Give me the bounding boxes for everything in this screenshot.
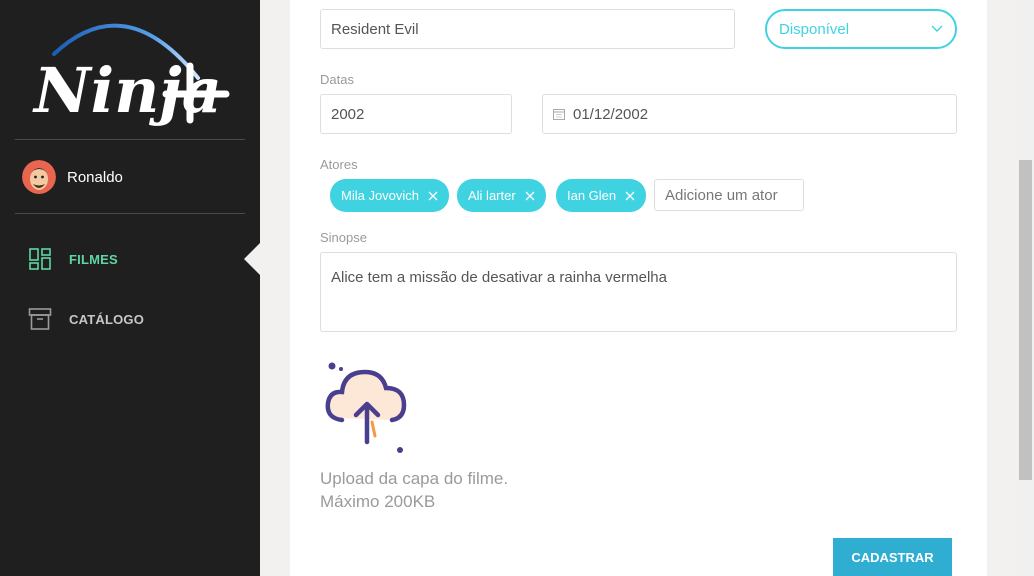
- actor-chip: Ian Glen: [556, 179, 647, 212]
- close-icon[interactable]: [625, 191, 635, 201]
- title-input[interactable]: Resident Evil: [320, 9, 735, 49]
- sidebar-item-label: FILMES: [69, 251, 118, 267]
- actor-chip-label: Ali larter: [468, 188, 516, 203]
- upload-hint: Upload da capa do filme. Máximo 200KB: [320, 469, 509, 511]
- sidebar-item-catalogo[interactable]: CATÁLOGO: [28, 306, 144, 332]
- sidebar: Ninja Ronaldo FILMES CATÁLOGO: [0, 0, 260, 576]
- release-date-value: 01/12/2002: [573, 105, 649, 123]
- sidebar-divider: [15, 213, 245, 214]
- status-select-value: Disponível: [779, 20, 850, 38]
- actor-chip: Ali larter: [457, 179, 546, 212]
- cloud-upload-icon: [325, 362, 407, 453]
- avatar: [22, 160, 56, 194]
- sidebar-divider: [15, 139, 245, 140]
- ninja-plus-logo[interactable]: Ninja: [30, 12, 230, 130]
- scrollbar-thumb[interactable]: [1019, 160, 1032, 480]
- status-select[interactable]: Disponível: [765, 9, 957, 49]
- calendar-icon: [553, 109, 565, 120]
- actor-chip-label: Mila Jovovich: [341, 188, 420, 203]
- archive-icon: [28, 308, 52, 330]
- cover-upload[interactable]: Upload da capa do filme. Máximo 200KB: [320, 358, 520, 513]
- close-icon[interactable]: [525, 191, 535, 201]
- actors-label: Atores: [320, 157, 358, 172]
- user-profile[interactable]: Ronaldo: [22, 160, 123, 194]
- movie-form-card: Resident Evil Disponível Datas 2002 01/1…: [290, 0, 987, 576]
- add-actor-input[interactable]: Adicione um ator: [654, 179, 804, 211]
- release-date-input[interactable]: 01/12/2002: [542, 94, 957, 134]
- active-indicator: [244, 243, 260, 275]
- sidebar-item-filmes[interactable]: FILMES: [28, 246, 118, 272]
- dashboard-icon: [29, 248, 51, 270]
- chevron-down-icon: [931, 25, 943, 32]
- year-input[interactable]: 2002: [320, 94, 512, 134]
- sidebar-item-label: CATÁLOGO: [69, 311, 145, 327]
- close-icon[interactable]: [428, 191, 438, 201]
- submit-button[interactable]: CADASTRAR: [833, 538, 952, 576]
- synopsis-label: Sinopse: [320, 230, 367, 245]
- dates-label: Datas: [320, 72, 354, 87]
- actor-chip-label: Ian Glen: [567, 188, 617, 203]
- user-name: Ronaldo: [67, 168, 123, 186]
- synopsis-textarea[interactable]: Alice tem a missão de desativar a rainha…: [320, 252, 957, 332]
- actor-chip: Mila Jovovich: [330, 179, 450, 212]
